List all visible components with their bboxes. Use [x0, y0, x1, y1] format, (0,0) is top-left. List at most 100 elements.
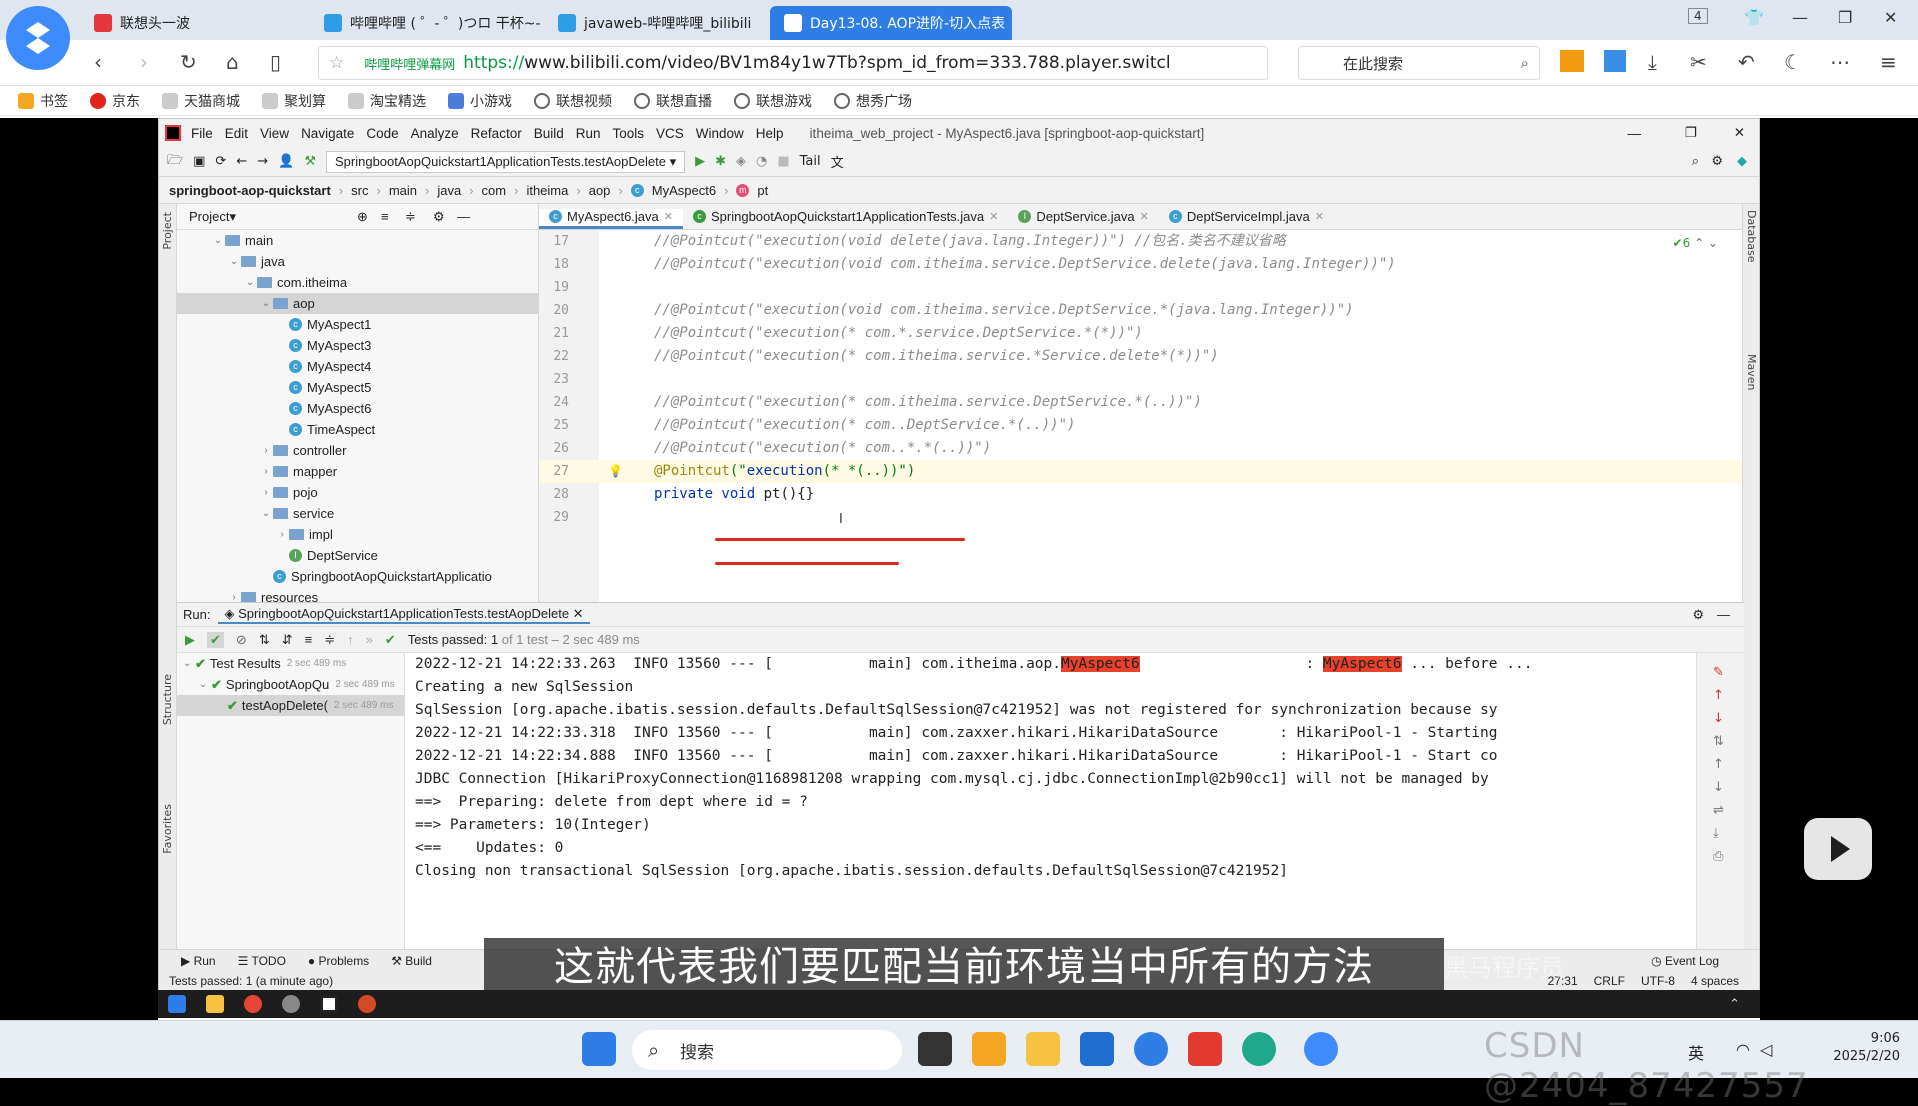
menu-vcs[interactable]: VCS [656, 126, 684, 141]
sort-duration-icon[interactable]: ⇵ [282, 632, 293, 648]
breadcrumb-item[interactable]: java [437, 183, 461, 198]
chevron-right-icon[interactable]: › [259, 466, 273, 477]
cut-icon[interactable]: ✂ [1690, 50, 1707, 74]
restore-icon[interactable]: ❐ [1838, 8, 1852, 27]
tree-node[interactable]: › pojo [177, 482, 538, 503]
bookmark-item[interactable]: 天猫商城 [162, 91, 240, 111]
test-node[interactable]: ✔ testAopDelete(2 sec 489 ms [177, 695, 404, 716]
chevron-right-icon[interactable]: › [275, 529, 289, 540]
forward-icon[interactable]: › [140, 50, 148, 74]
run-hide-icon[interactable]: — [1717, 607, 1730, 622]
save-icon[interactable]: ▣ [193, 154, 205, 169]
wifi-icon[interactable]: ◠ [1736, 1040, 1750, 1059]
app-icon[interactable] [282, 995, 300, 1013]
chevron-down-icon[interactable]: ⌄ [243, 277, 257, 288]
wrap-icon[interactable]: ⇌ [1713, 799, 1744, 822]
print-icon[interactable]: ⎙ [1713, 845, 1744, 868]
bookmark-item[interactable]: 京东 [90, 91, 140, 111]
sync-icon[interactable]: ⟳ [215, 154, 226, 169]
maven-tool-tab[interactable]: Maven [1745, 354, 1758, 390]
collapse-all-icon[interactable]: ≑ [405, 209, 416, 225]
windows-start-icon[interactable] [168, 995, 186, 1013]
menu-analyze[interactable]: Analyze [411, 126, 459, 141]
browser-tab[interactable]: 联想头一波 [80, 6, 305, 40]
bookmark-item[interactable]: 书签 [18, 91, 68, 111]
panel-gear-icon[interactable]: ⚙ [433, 209, 445, 225]
editor-tab-active[interactable]: c MyAspect6.java ✕ [539, 209, 683, 229]
console-output[interactable]: 2022-12-21 14:22:33.263 INFO 13560 --- [… [405, 653, 1695, 950]
close-tab-icon[interactable]: ✕ [1315, 210, 1324, 223]
edge-icon[interactable] [1242, 1032, 1276, 1066]
menu-icon[interactable]: ≡ [1880, 50, 1897, 74]
reader-icon[interactable]: ▯ [270, 50, 281, 74]
tree-node[interactable]: c MyAspect1 [177, 314, 538, 335]
close-tab-icon[interactable]: ✕ [664, 210, 673, 223]
ide-close-icon[interactable]: ✕ [1734, 125, 1745, 141]
menu-help[interactable]: Help [756, 126, 784, 141]
sort-alpha-icon[interactable]: ⇅ [259, 632, 270, 648]
tree-node[interactable]: ⌄ service [177, 503, 538, 524]
indent-setting[interactable]: 4 spaces [1691, 974, 1739, 988]
edit-pencil-icon[interactable]: ✎ [1713, 661, 1744, 684]
breadcrumb-item[interactable]: com [482, 183, 507, 198]
run-icon[interactable]: ▶ [695, 154, 705, 169]
breadcrumb-item[interactable]: MyAspect6 [652, 183, 716, 198]
download-icon[interactable]: ⤓ [1648, 50, 1657, 74]
editor-tab[interactable]: c SpringbootAopQuickstart1ApplicationTest… [683, 209, 1008, 229]
editor-tab[interactable]: I DeptService.java ✕ [1008, 209, 1159, 229]
star-icon[interactable]: ☆ [329, 53, 344, 73]
sort-icon[interactable]: ⇅ [1713, 730, 1744, 753]
taskbar-search[interactable]: ⌕ 搜索 [632, 1030, 902, 1070]
menu-build[interactable]: Build [534, 126, 564, 141]
run-config-tab[interactable]: ◈ SpringbootAopQuickstart1ApplicationTes… [218, 606, 590, 624]
test-node[interactable]: ⌄ ✔ SpringbootAopQu 2 sec 489 ms [177, 674, 404, 695]
menu-navigate[interactable]: Navigate [301, 126, 354, 141]
locate-icon[interactable]: ⊕ [357, 209, 368, 225]
build-tool-tab[interactable]: ⚒ Build [391, 954, 432, 968]
close-window-icon[interactable]: ✕ [1884, 8, 1897, 27]
close-tab-icon[interactable]: ✕ [1140, 210, 1149, 223]
app-icon[interactable] [972, 1032, 1006, 1066]
chevron-up-icon[interactable]: ⌃ [1729, 997, 1740, 1012]
shirt-icon[interactable]: 👕 [1744, 8, 1764, 27]
file-explorer-icon[interactable] [1026, 1032, 1060, 1066]
store-icon[interactable] [1080, 1032, 1114, 1066]
down-arrow-icon[interactable]: ↓ [1713, 707, 1744, 730]
chevron-down-icon[interactable]: ⌄ [259, 508, 273, 519]
file-encoding[interactable]: UTF-8 [1641, 974, 1675, 988]
chevron-down-icon[interactable]: ⌄ [259, 298, 273, 309]
more-icon[interactable]: ⋯ [1830, 50, 1850, 74]
tab-count-badge[interactable]: 4 [1688, 8, 1708, 24]
night-mode-icon[interactable]: ☾ [1784, 50, 1802, 74]
search-box[interactable]: 在此搜索 ⌕ [1298, 46, 1540, 80]
bookmark-item[interactable]: 聚划算 [262, 91, 326, 111]
ide-minimize-icon[interactable]: — [1628, 126, 1642, 141]
up-arrow-icon[interactable]: ↑ [1713, 684, 1744, 707]
intention-bulb-icon[interactable]: 💡 [608, 460, 623, 483]
tree-node[interactable]: c MyAspect5 [177, 377, 538, 398]
chevron-down-icon[interactable]: ⌄ [227, 256, 241, 267]
nav-back-icon[interactable]: ← [236, 154, 247, 169]
bookmark-item[interactable]: 小游戏 [448, 91, 512, 111]
more-actions-icon[interactable]: » [366, 632, 373, 647]
event-log-tab[interactable]: ◷ Event Log [1651, 954, 1719, 968]
chevron-right-icon[interactable]: › [259, 445, 273, 456]
tree-node[interactable]: ⌄ main [177, 230, 538, 251]
volume-icon[interactable]: ◁ [1760, 1040, 1772, 1059]
tree-node[interactable]: ⌄ com.itheima [177, 272, 538, 293]
up-icon[interactable]: ↑ [1713, 753, 1744, 776]
menu-edit[interactable]: Edit [225, 126, 248, 141]
windows-start-icon[interactable] [582, 1032, 616, 1066]
chevron-down-icon[interactable]: ⌄ [211, 235, 225, 246]
editor-tab[interactable]: c DeptServiceImpl.java ✕ [1159, 209, 1334, 229]
run-settings-gear-icon[interactable]: ⚙ [1692, 607, 1704, 623]
todo-tool-tab[interactable]: ☰ TODO [238, 954, 286, 968]
line-separator[interactable]: CRLF [1594, 974, 1625, 988]
tree-node[interactable]: ⌄ aop [177, 293, 538, 314]
breadcrumb-item[interactable]: aop [589, 183, 611, 198]
tail-button[interactable]: Tail [800, 154, 821, 169]
ide-restore-icon[interactable]: ❐ [1685, 125, 1697, 141]
tree-node[interactable]: c MyAspect3 [177, 335, 538, 356]
explorer-icon[interactable] [206, 995, 224, 1013]
build-hammer-icon[interactable]: ⚒ [304, 154, 316, 169]
